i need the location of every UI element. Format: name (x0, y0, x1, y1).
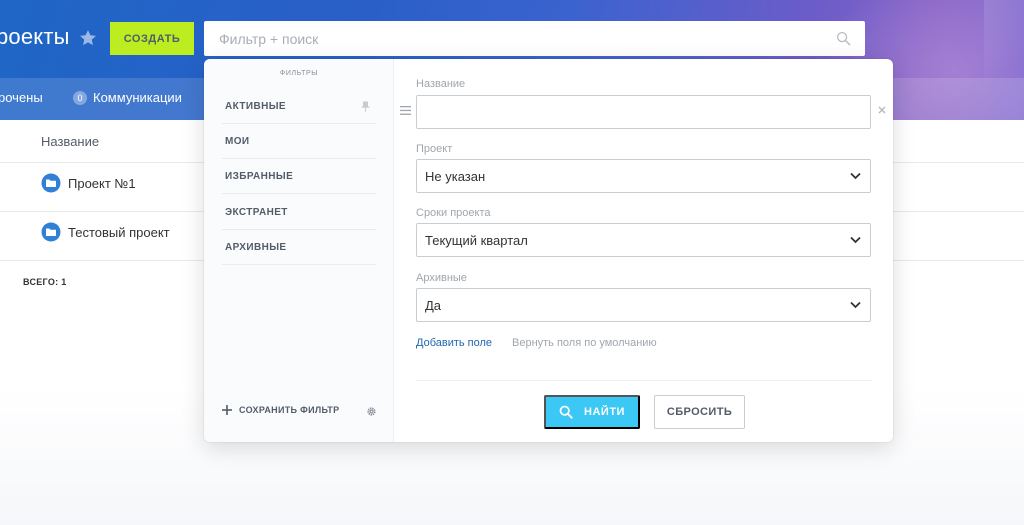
plus-icon (222, 405, 232, 415)
field-label-dates: Сроки проекта (416, 207, 491, 219)
filters-title: ФИЛЬТРЫ (279, 70, 319, 77)
subtab-label: рочены (0, 90, 43, 105)
subtab-communications[interactable]: 0 Коммуникации (73, 90, 182, 105)
pin-icon[interactable] (361, 101, 370, 112)
clear-icon[interactable] (878, 106, 886, 114)
filter-preset-label: ИЗБРАННЫЕ (225, 170, 294, 182)
total-count: ВСЕГО: 1 (23, 277, 67, 287)
filter-popup: ФИЛЬТРЫ АКТИВНЫЕ МОИ ИЗБРАННЫЕ ЭКСТРАНЕТ… (204, 59, 893, 442)
filter-preset-extranet[interactable]: ЭКСТРАНЕТ (222, 195, 376, 230)
page-title: роекты (0, 24, 70, 49)
filter-preset-label: МОИ (225, 135, 250, 147)
filter-preset-label: АРХИВНЫЕ (225, 241, 287, 253)
filter-preset-favorites[interactable]: ИЗБРАННЫЕ (222, 159, 376, 194)
table-row[interactable]: Тестовый проект (41, 222, 170, 242)
column-header-name[interactable]: Название (41, 134, 99, 149)
reset-button[interactable]: СБРОСИТЬ (654, 395, 745, 429)
subtab-label: Коммуникации (93, 90, 182, 105)
dates-select[interactable]: Текущий квартал (416, 223, 871, 257)
folder-icon (41, 173, 61, 193)
filter-preset-active[interactable]: АКТИВНЫЕ (222, 89, 376, 124)
add-field-link[interactable]: Добавить поле (416, 337, 492, 349)
save-filter-label: СОХРАНИТЬ ФИЛЬТР (239, 405, 340, 415)
gear-icon[interactable] (366, 406, 377, 417)
project-link[interactable]: Проект №1 (68, 176, 136, 191)
filter-presets-sidebar: ФИЛЬТРЫ АКТИВНЫЕ МОИ ИЗБРАННЫЕ ЭКСТРАНЕТ… (204, 59, 394, 442)
search-box[interactable] (204, 21, 865, 56)
filter-preset-mine[interactable]: МОИ (222, 124, 376, 159)
find-button-label: НАЙТИ (584, 406, 625, 418)
chevron-down-icon (850, 172, 861, 180)
filter-preset-label: ЭКСТРАНЕТ (225, 206, 288, 218)
divider (416, 380, 872, 381)
create-button[interactable]: СОЗДАТЬ (110, 22, 194, 55)
table-row[interactable]: Проект №1 (41, 173, 136, 193)
star-icon[interactable] (78, 28, 98, 48)
chevron-down-icon (850, 301, 861, 309)
field-label-archived: Архивные (416, 272, 467, 284)
project-select[interactable]: Не указан (416, 159, 871, 193)
find-button[interactable]: НАЙТИ (544, 395, 640, 429)
project-select-value: Не указан (425, 168, 486, 184)
subtab-item[interactable]: рочены (0, 90, 43, 105)
filter-preset-archived[interactable]: АРХИВНЫЕ (222, 230, 376, 265)
counter-badge: 0 (73, 91, 87, 105)
archived-select[interactable]: Да (416, 288, 871, 322)
dates-select-value: Текущий квартал (425, 232, 528, 248)
filter-preset-label: АКТИВНЫЕ (225, 100, 286, 112)
field-label-name: Название (416, 78, 466, 90)
name-field[interactable] (416, 95, 871, 129)
project-link[interactable]: Тестовый проект (68, 225, 170, 240)
archived-select-value: Да (425, 297, 442, 313)
field-label-project: Проект (416, 143, 453, 155)
drag-handle-icon[interactable] (400, 106, 411, 115)
folder-icon (41, 222, 61, 242)
search-icon (559, 405, 573, 419)
restore-default-fields-link[interactable]: Вернуть поля по умолчанию (512, 337, 657, 349)
chevron-down-icon (850, 236, 861, 244)
search-icon[interactable] (836, 31, 851, 46)
save-filter-button[interactable]: СОХРАНИТЬ ФИЛЬТР (222, 405, 339, 415)
search-input[interactable] (204, 21, 824, 56)
